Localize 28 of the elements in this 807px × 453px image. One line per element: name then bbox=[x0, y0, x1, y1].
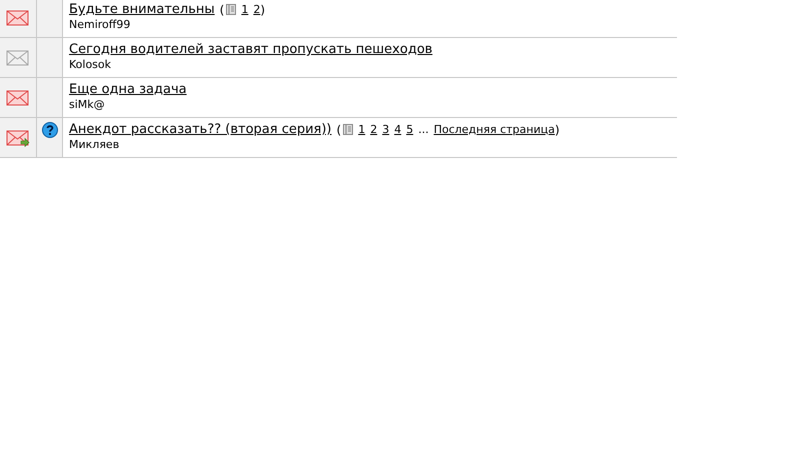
author-name: siMk@ bbox=[69, 98, 106, 111]
question-icon bbox=[42, 122, 58, 138]
author-name: Kolosok bbox=[69, 58, 112, 71]
topic-title-link[interactable]: Еще одна задача bbox=[69, 82, 187, 97]
paren-text: ) bbox=[554, 122, 560, 136]
book-icon bbox=[226, 4, 236, 15]
page-link[interactable]: 1 bbox=[241, 3, 248, 16]
ellipsis-text: ... bbox=[418, 123, 429, 136]
paren-text: ( bbox=[336, 122, 342, 136]
paren-text: ( bbox=[220, 2, 224, 16]
paren-text: ) bbox=[260, 2, 266, 16]
envelope-icon bbox=[6, 88, 30, 106]
page-link[interactable]: 2 bbox=[370, 123, 378, 136]
page-link[interactable]: 2 bbox=[253, 3, 260, 16]
page-link[interactable]: 1 bbox=[358, 123, 366, 136]
author-name: Микляев bbox=[69, 138, 120, 151]
author-name: Nemiroff99 bbox=[69, 18, 132, 31]
last-page-link[interactable]: Последняя страница bbox=[434, 123, 555, 136]
topic-title-link[interactable]: Анекдот рассказать?? (вторая серия)) bbox=[69, 122, 332, 137]
envelope-icon bbox=[6, 48, 30, 66]
envelope-icon bbox=[6, 128, 30, 146]
topic-title-link[interactable]: Сегодня водителей заставят пропускать пешеходов bbox=[69, 42, 432, 57]
envelope-icon bbox=[6, 8, 30, 26]
page-link[interactable]: 4 bbox=[394, 123, 402, 136]
topic-title-link[interactable]: Будьте внимательны bbox=[69, 2, 215, 17]
page-link[interactable]: 3 bbox=[382, 123, 390, 136]
page-link[interactable]: 5 bbox=[406, 123, 414, 136]
book-icon bbox=[343, 124, 354, 135]
